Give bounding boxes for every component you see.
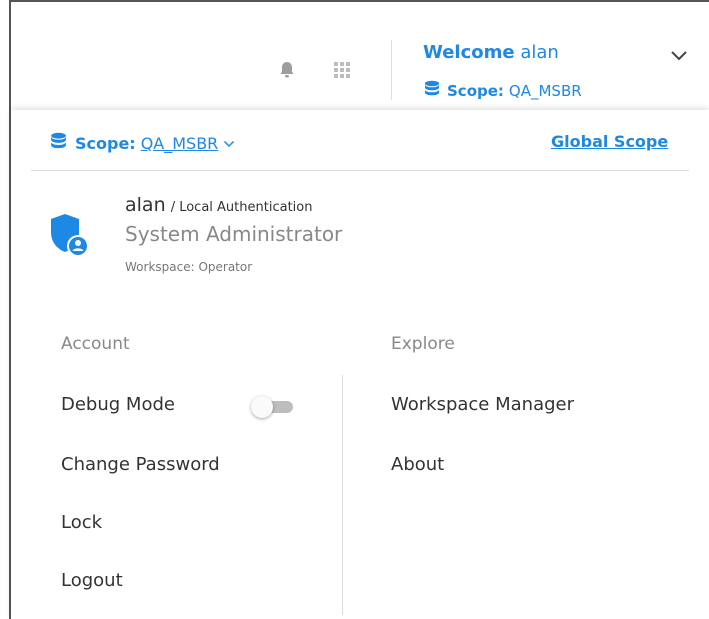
welcome-username: alan (520, 42, 559, 63)
debug-mode-toggle[interactable] (251, 396, 295, 418)
header-scope-label: Scope: (447, 82, 504, 100)
header-divider (391, 40, 392, 100)
header-scope-value: QA_MSBR (508, 82, 582, 100)
scope-value-link[interactable]: QA_MSBR (141, 134, 219, 153)
user-name-line: alan / Local Authentication (125, 194, 312, 216)
user-name: alan (125, 194, 166, 216)
bell-icon[interactable] (277, 60, 297, 80)
auth-method: / Local Authentication (170, 200, 313, 215)
workspace-manager-item[interactable]: Workspace Manager (391, 394, 574, 415)
logout-item[interactable]: Logout (61, 570, 123, 591)
user-menu-panel: Scope: QA_MSBR Global Scope alan / Local… (11, 110, 709, 619)
debug-mode-label: Debug Mode (61, 394, 175, 415)
scope-selector[interactable]: Scope: QA_MSBR (49, 132, 235, 155)
lock-item[interactable]: Lock (61, 512, 102, 533)
header-scope: Scope: QA_MSBR (423, 80, 582, 102)
top-header: Welcome alan Scope: QA_MSBR (11, 2, 709, 110)
about-item[interactable]: About (391, 454, 444, 475)
user-workspace: Workspace: Operator (125, 260, 253, 274)
database-icon (423, 80, 441, 102)
admin-shield-icon (49, 212, 91, 260)
welcome-label: Welcome (423, 42, 515, 63)
account-heading: Account (61, 334, 130, 354)
app-frame: Welcome alan Scope: QA_MSBR Scope: QA_MS… (9, 0, 709, 619)
toggle-knob (251, 396, 273, 418)
explore-heading: Explore (391, 334, 455, 354)
change-password-item[interactable]: Change Password (61, 454, 220, 475)
column-divider (342, 375, 343, 615)
database-icon (49, 132, 68, 155)
user-role: System Administrator (125, 222, 343, 246)
apps-grid-icon[interactable] (333, 61, 351, 79)
scope-divider (31, 170, 689, 171)
chevron-down-icon[interactable] (669, 48, 689, 62)
chevron-down-icon[interactable] (223, 134, 235, 153)
welcome-text: Welcome alan (423, 42, 559, 63)
scope-label: Scope: (75, 134, 136, 153)
global-scope-link[interactable]: Global Scope (551, 132, 668, 151)
scope-row: Scope: QA_MSBR Global Scope (11, 110, 709, 172)
